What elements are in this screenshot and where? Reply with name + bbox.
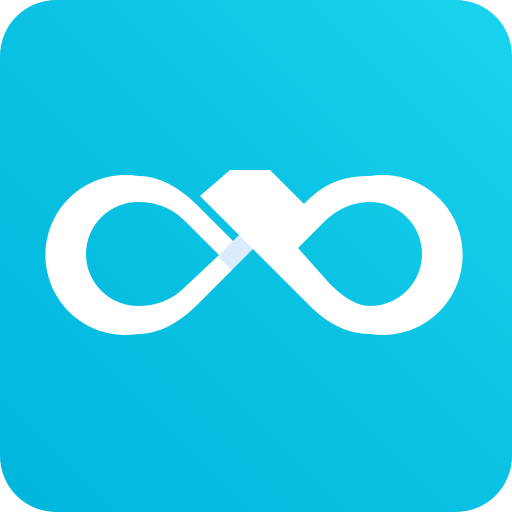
infinity-loop-icon (45, 170, 463, 335)
app-icon[interactable] (0, 0, 512, 512)
